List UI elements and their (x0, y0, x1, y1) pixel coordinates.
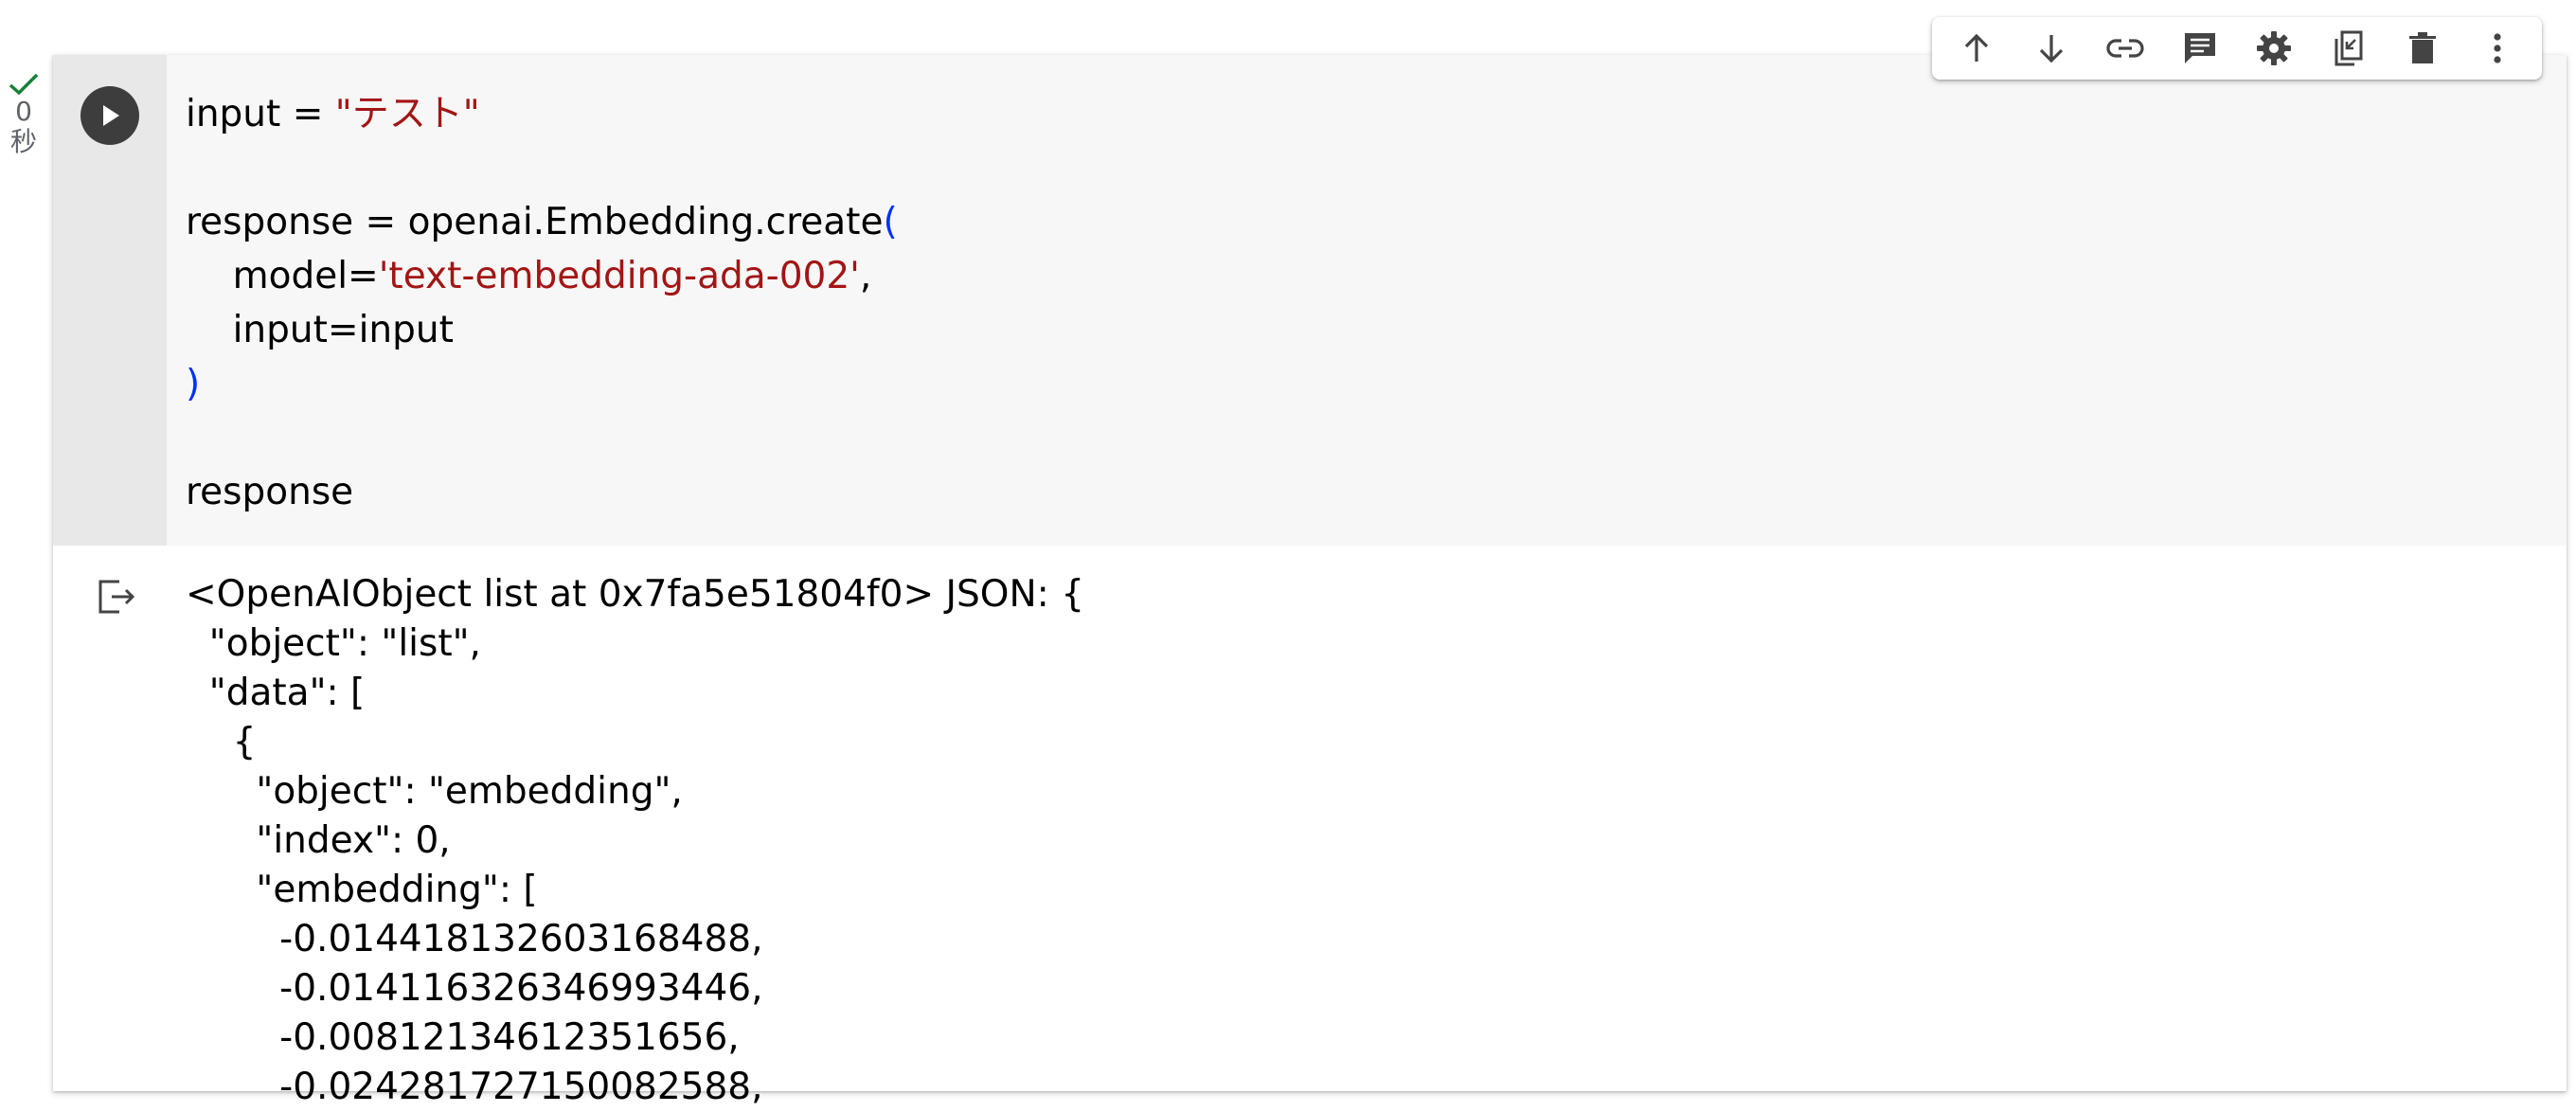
execution-status: 0 秒 (0, 72, 47, 157)
arrow-down-icon (2039, 35, 2063, 63)
move-cell-up-button[interactable] (1948, 20, 2005, 77)
trash-icon (2409, 32, 2437, 63)
code-line-5: input=input (186, 309, 454, 351)
output-line: -0.014418132603168488, (186, 918, 763, 960)
cell-gutter (53, 55, 167, 546)
cell-settings-button[interactable] (2245, 20, 2302, 77)
more-vert-icon (2494, 33, 2501, 63)
output-line: "embedding": [ (186, 869, 538, 911)
code-editor[interactable]: input = "テスト" response = openai.Embeddin… (186, 87, 898, 519)
code-cell[interactable]: input = "テスト" response = openai.Embeddin… (53, 55, 2567, 1108)
output-text: <OpenAIObject list at 0x7fa5e51804f0> JS… (186, 570, 1084, 1112)
link-icon (2106, 39, 2144, 58)
output-line: -0.014116326346993446, (186, 967, 763, 1010)
code-line-3: response = openai.Embedding.create( (186, 201, 898, 243)
code-line-6: ) (186, 363, 201, 405)
code-line-1: input = "テスト" (186, 93, 480, 135)
check-icon (9, 73, 39, 96)
output-line: -0.00812134612351656, (186, 1016, 740, 1059)
gear-icon (2257, 31, 2292, 65)
output-line: "data": [ (186, 672, 366, 714)
code-line-4: model='text-embedding-ada-002', (186, 255, 872, 297)
output-line: -0.024281727150082588, (186, 1066, 763, 1108)
comment-icon (2184, 33, 2215, 63)
move-cell-down-button[interactable] (2023, 20, 2080, 77)
output-line: <OpenAIObject list at 0x7fa5e51804f0> JS… (186, 573, 1085, 616)
output-line: { (186, 721, 257, 763)
output-line: "object": "embedding", (186, 770, 683, 813)
output-line: "index": 0, (186, 819, 451, 862)
cell-toolbar (1932, 17, 2542, 80)
arrow-up-icon (1965, 33, 1989, 62)
mirror-cell-icon (2334, 30, 2363, 66)
run-cell-button[interactable] (80, 86, 139, 145)
delete-cell-button[interactable] (2394, 20, 2451, 77)
execution-time-unit: 秒 (9, 126, 37, 157)
add-comment-button[interactable] (2172, 20, 2228, 77)
code-line-8: response (186, 471, 354, 513)
cell-input[interactable]: input = "テスト" response = openai.Embeddin… (53, 55, 2567, 546)
cell-output: <OpenAIObject list at 0x7fa5e51804f0> JS… (53, 546, 2567, 1108)
mirror-cell-button[interactable] (2320, 20, 2377, 77)
more-actions-button[interactable] (2469, 20, 2526, 77)
play-icon (103, 105, 119, 126)
output-line: "object": "list", (186, 622, 481, 665)
copy-link-button[interactable] (2097, 20, 2154, 77)
execution-time: 0 (15, 96, 32, 127)
output-icon[interactable] (95, 576, 138, 618)
